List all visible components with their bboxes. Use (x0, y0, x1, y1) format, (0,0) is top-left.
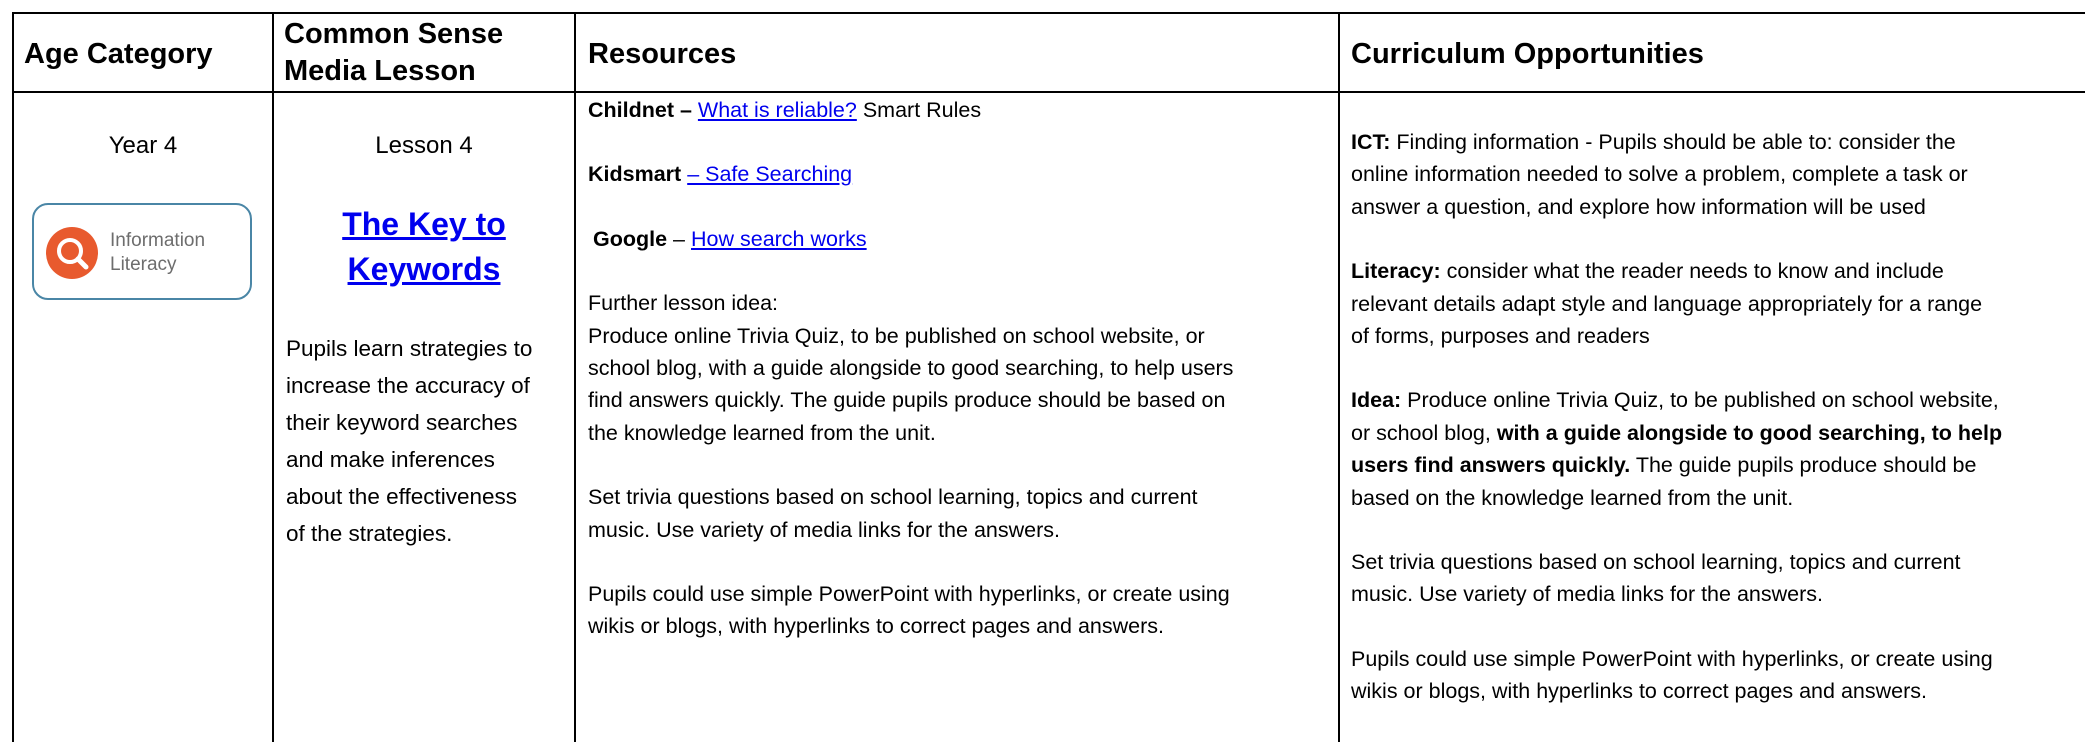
header-divider (12, 91, 2085, 93)
google-dash: – (673, 226, 686, 251)
literacy-line: relevant details adapt style and languag… (1351, 291, 1983, 316)
ict-line: answer a question, and explore how infor… (1351, 194, 1926, 219)
ppt-line: Pupils could use simple PowerPoint with … (588, 582, 1230, 607)
lesson-title-line1: The Key to (342, 206, 506, 242)
childnet-link[interactable]: What is reliable? (698, 98, 857, 122)
kidsmart-resource: Kidsmart – Safe Searching (588, 158, 1333, 190)
further-heading: Further lesson idea: (588, 291, 779, 316)
table-border-top (12, 12, 2085, 14)
information-literacy-badge: Information Literacy (32, 203, 252, 300)
kidsmart-label: Kidsmart (588, 162, 682, 187)
header-lesson-line2: Media Lesson (284, 55, 476, 87)
powerpoint-paragraph: Pupils could use simple PowerPoint with … (588, 578, 1333, 643)
idea-bold: users find answers quickly. (1351, 453, 1631, 478)
lesson-number: Lesson 4 (375, 132, 473, 159)
childnet-suffix: Smart Rules (862, 98, 982, 122)
further-lesson-idea: Further lesson idea: Produce online Triv… (588, 287, 1333, 449)
further-line: the knowledge learned from the unit. (588, 420, 936, 445)
age-year: Year 4 (108, 132, 178, 159)
ppt-line: wikis or blogs, with hyperlinks to corre… (588, 614, 1164, 639)
literacy-line: consider what the reader needs to know a… (1446, 259, 1944, 284)
idea-line: or school blog, (1351, 420, 1491, 445)
trivia-paragraph: Set trivia questions based on school lea… (588, 481, 1333, 546)
curriculum-trivia-paragraph: Set trivia questions based on school lea… (1351, 546, 2083, 611)
lesson-description: Pupils learn strategies to increase the … (286, 330, 571, 552)
lesson-title-line2: Keywords (347, 251, 501, 287)
ict-line: online information needed to solve a pro… (1351, 162, 1968, 187)
header-curriculum: Curriculum Opportunities (1351, 38, 1704, 70)
further-line: Produce online Trivia Quiz, to be publis… (588, 323, 1205, 348)
desc-line: and make inferences (286, 447, 495, 472)
literacy-paragraph: Literacy: consider what the reader needs… (1351, 255, 2083, 352)
table-border-left (12, 12, 14, 742)
column-divider-1 (272, 12, 274, 742)
curriculum-content: ICT: Finding information - Pupils should… (1351, 126, 2083, 708)
lesson-table: Age Category Common Sense Media Lesson R… (0, 0, 2085, 742)
ict-label: ICT: (1351, 130, 1391, 154)
idea-line: based on the knowledge learned from the … (1351, 485, 1794, 510)
column-divider-2 (574, 12, 576, 742)
idea-bold: with a guide alongside to good searching… (1496, 420, 2003, 445)
header-age-category: Age Category (24, 38, 213, 70)
desc-line: of the strategies. (286, 521, 453, 546)
lesson-title-link[interactable]: The Key to Keywords (274, 202, 574, 292)
idea-label: Idea: (1351, 388, 1402, 413)
trivia-line: music. Use variety of media links for th… (588, 517, 1060, 542)
desc-line: about the effectiveness (286, 484, 517, 509)
badge-label-line2: Literacy (110, 254, 177, 275)
google-link[interactable]: How search works (691, 227, 867, 251)
literacy-label: Literacy: (1351, 259, 1441, 284)
header-lesson-line1: Common Sense (284, 18, 504, 50)
literacy-line: of forms, purposes and readers (1351, 324, 1650, 349)
ppt-line: wikis or blogs, with hyperlinks to corre… (1351, 679, 1927, 704)
header-resources: Resources (588, 38, 737, 70)
idea-paragraph: Idea: Produce online Trivia Quiz, to be … (1351, 384, 2083, 514)
idea-line: The guide pupils produce should be (1635, 453, 1977, 478)
desc-line: Pupils learn strategies to (286, 336, 533, 361)
ict-paragraph: ICT: Finding information - Pupils should… (1351, 126, 2083, 223)
header-common-sense-lesson: Common Sense Media Lesson (284, 16, 503, 90)
google-resource: Google – How search works (588, 223, 1333, 255)
desc-line: their keyword searches (286, 410, 518, 435)
childnet-label: Childnet – (588, 98, 692, 122)
childnet-resource: Childnet – What is reliable? Smart Rules (588, 94, 1333, 126)
kidsmart-link[interactable]: – Safe Searching (687, 162, 852, 186)
further-line: find answers quickly. The guide pupils p… (588, 388, 1226, 413)
badge-label: Information Literacy (110, 229, 205, 277)
trivia-line: Set trivia questions based on school lea… (1351, 550, 1961, 575)
desc-line: increase the accuracy of (286, 373, 530, 398)
resources-content: Childnet – What is reliable? Smart Rules… (588, 94, 1333, 643)
trivia-line: music. Use variety of media links for th… (1351, 582, 1823, 607)
trivia-line: Set trivia questions based on school lea… (588, 485, 1198, 510)
magnifier-icon (46, 227, 98, 279)
ppt-line: Pupils could use simple PowerPoint with … (1351, 646, 1993, 671)
column-divider-3 (1338, 12, 1340, 742)
idea-line: Produce online Trivia Quiz, to be publis… (1407, 388, 1999, 413)
ict-line: Finding information - Pupils should be a… (1396, 130, 1956, 154)
further-line: school blog, with a guide alongside to g… (588, 356, 1234, 381)
curriculum-powerpoint-paragraph: Pupils could use simple PowerPoint with … (1351, 643, 2083, 708)
badge-label-line1: Information (110, 230, 206, 251)
google-label: Google (593, 226, 668, 251)
